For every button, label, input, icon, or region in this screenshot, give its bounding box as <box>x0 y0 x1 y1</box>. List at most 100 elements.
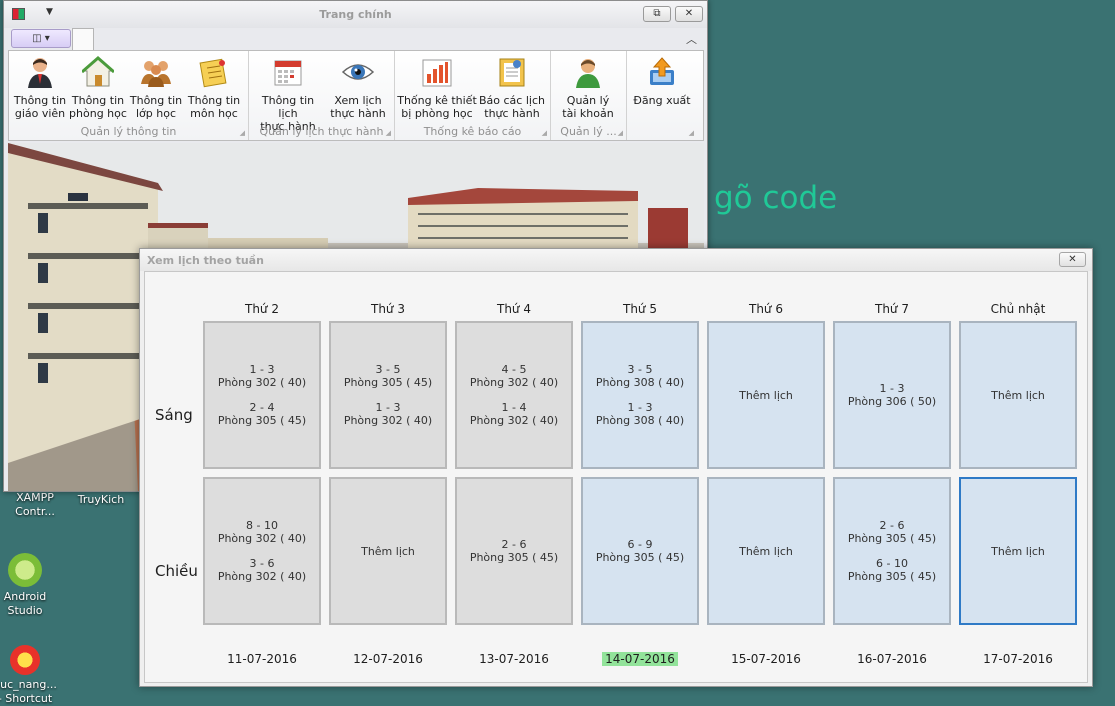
ribbon-button-label: Thông tin giáo viên <box>13 94 67 120</box>
entry-periods: 8 - 10 <box>246 519 278 532</box>
entry-room: Phòng 305 ( 45) <box>847 532 937 545</box>
calendar-icon <box>272 56 304 88</box>
day-date: 12-07-2016 <box>329 652 447 666</box>
day-date: 17-07-2016 <box>959 652 1077 666</box>
entry-periods: 1 - 4 <box>501 401 527 414</box>
add-schedule-label: Thêm lịch <box>739 388 793 402</box>
entry-periods: 1 - 3 <box>375 401 401 414</box>
ribbon-group-schedule: Thông tin lịch thực hành Xem lịch thực h… <box>249 51 395 140</box>
date-text: 12-07-2016 <box>353 652 423 666</box>
entry-periods: 3 - 6 <box>249 557 275 570</box>
ribbon-button-label: Thông tin lớp học <box>129 94 183 120</box>
schedule-cell-afternoon[interactable]: Thêm lịch <box>959 477 1077 625</box>
schedule-entry: 2 - 6 Phòng 305 ( 45) <box>470 538 558 564</box>
entry-periods: 1 - 3 <box>249 363 275 376</box>
schedule-cell-morning[interactable]: 3 - 5 Phòng 305 ( 45) 1 - 3 Phòng 302 ( 40) <box>329 321 447 469</box>
group-launcher-icon[interactable]: ◢ <box>542 129 547 137</box>
schedule-cell-afternoon[interactable]: Thêm lịch <box>329 477 447 625</box>
group-launcher-icon[interactable]: ◢ <box>386 129 391 137</box>
day-header: Thứ 2 <box>245 302 279 316</box>
ribbon-group-logout: Đăng xuất ◢ <box>627 51 697 140</box>
desktop-icon-shortcut[interactable]: huc_nang... - Shortcut <box>0 645 60 706</box>
entry-room: Phòng 305 ( 45) <box>469 551 559 564</box>
schedule-entry: 8 - 10 Phòng 302 ( 40) <box>218 519 306 545</box>
ribbon-button-label: Báo các lịch thực hành <box>479 94 545 120</box>
house-icon <box>81 56 115 88</box>
entry-room: Phòng 305 ( 45) <box>595 551 685 564</box>
group-launcher-icon[interactable]: ◢ <box>618 129 623 137</box>
entry-room: Phòng 305 ( 45) <box>217 414 307 427</box>
tab-home[interactable] <box>72 28 94 51</box>
date-text: 16-07-2016 <box>857 652 927 666</box>
entry-room: Phòng 308 ( 40) <box>595 414 685 427</box>
schedule-entry: 1 - 3 Phòng 302 ( 40) <box>218 363 306 389</box>
schedule-cell-morning[interactable]: 4 - 5 Phòng 302 ( 40) 1 - 4 Phòng 302 ( 40) <box>455 321 573 469</box>
date-text: 11-07-2016 <box>227 652 297 666</box>
desktop-icon-label: Android Studio <box>3 590 47 617</box>
close-icon: ✕ <box>1068 254 1077 265</box>
schedule-entry: 3 - 6 Phòng 302 ( 40) <box>218 557 306 583</box>
schedule-entry: 6 - 10 Phòng 305 ( 45) <box>848 557 936 583</box>
entry-periods: 2 - 6 <box>879 519 905 532</box>
schedule-cell-morning[interactable]: 1 - 3 Phòng 302 ( 40) 2 - 4 Phòng 305 ( 45) <box>203 321 321 469</box>
schedule-entry: 3 - 5 Phòng 308 ( 40) <box>596 363 684 389</box>
bar-chart-icon <box>421 56 453 88</box>
watermark-text: gõ code <box>714 180 838 216</box>
logout-icon <box>646 56 678 88</box>
entry-room: Phòng 306 ( 50) <box>847 395 937 408</box>
ribbon-button-label: Thông tin môn học <box>187 94 241 120</box>
main-titlebar: ▼ Trang chính ⧉ ✕ <box>4 1 707 28</box>
entry-periods: 1 - 3 <box>627 401 653 414</box>
schedule-cell-morning[interactable]: Thêm lịch <box>707 321 825 469</box>
entry-room: Phòng 302 ( 40) <box>469 376 559 389</box>
schedule-cell-morning[interactable]: Thêm lịch <box>959 321 1077 469</box>
entry-periods: 3 - 5 <box>627 363 653 376</box>
entry-periods: 2 - 6 <box>501 538 527 551</box>
row-label-morning: Sáng <box>155 406 193 424</box>
entry-room: Phòng 302 ( 40) <box>343 414 433 427</box>
group-icon <box>140 56 172 88</box>
day-header: Thứ 4 <box>497 302 531 316</box>
date-text: 15-07-2016 <box>731 652 801 666</box>
close-button[interactable]: ✕ <box>675 6 703 22</box>
entry-room: Phòng 305 ( 45) <box>343 376 433 389</box>
schedule-cell-afternoon[interactable]: Thêm lịch <box>707 477 825 625</box>
schedule-cell-afternoon[interactable]: 2 - 6 Phòng 305 ( 45) <box>455 477 573 625</box>
shortcut-app-icon <box>10 645 40 675</box>
entry-periods: 4 - 5 <box>501 363 527 376</box>
group-launcher-icon[interactable]: ◢ <box>689 129 694 137</box>
clipboard-icon <box>496 56 528 88</box>
ribbon-button-label: Đăng xuất <box>633 94 691 107</box>
entry-room: Phòng 308 ( 40) <box>595 376 685 389</box>
collapse-ribbon-icon[interactable]: ︿ <box>686 31 697 47</box>
schedule-cell-afternoon[interactable]: 8 - 10 Phòng 302 ( 40) 3 - 6 Phòng 302 ( 40… <box>203 477 321 625</box>
schedule-entry: 4 - 5 Phòng 302 ( 40) <box>470 363 558 389</box>
desktop-icon-android-studio[interactable]: Android Studio <box>0 553 60 618</box>
schedule-cell-afternoon[interactable]: 2 - 6 Phòng 305 ( 45) 6 - 10 Phòng 305 ( 45… <box>833 477 951 625</box>
menu-icon: ◫ ▾ <box>32 33 50 44</box>
day-date: 11-07-2016 <box>203 652 321 666</box>
schedule-cell-morning[interactable]: 3 - 5 Phòng 308 ( 40) 1 - 3 Phòng 308 ( 40) <box>581 321 699 469</box>
day-header: Thứ 7 <box>875 302 909 316</box>
schedule-entry: 1 - 4 Phòng 302 ( 40) <box>470 401 558 427</box>
ribbon-button-label: Thống kê thiết bị phòng học <box>397 94 477 120</box>
entry-periods: 2 - 4 <box>249 401 275 414</box>
entry-room: Phòng 302 ( 40) <box>217 376 307 389</box>
schedule-cell-afternoon[interactable]: 6 - 9 Phòng 305 ( 45) <box>581 477 699 625</box>
date-text: 17-07-2016 <box>983 652 1053 666</box>
schedule-cell-morning[interactable]: 1 - 3 Phòng 306 ( 50) <box>833 321 951 469</box>
application-menu-button[interactable]: ◫ ▾ <box>11 29 71 48</box>
dialog-title: Xem lịch theo tuần <box>147 254 264 267</box>
restore-button[interactable]: ⧉ <box>643 6 671 22</box>
close-icon: ✕ <box>684 8 694 19</box>
ribbon-group-report: Thống kê thiết bị phòng học Báo các lịch… <box>395 51 551 140</box>
add-schedule-label: Thêm lịch <box>991 388 1045 402</box>
ribbon-group-caption: Quản lý lịch thực hành <box>259 125 384 138</box>
add-schedule-label: Thêm lịch <box>361 544 415 558</box>
group-launcher-icon[interactable]: ◢ <box>240 129 245 137</box>
dialog-close-button[interactable]: ✕ <box>1059 252 1086 267</box>
day-header: Chủ nhật <box>990 302 1046 316</box>
entry-periods: 6 - 9 <box>627 538 653 551</box>
ribbon-group-caption: Quản lý thông tin <box>80 125 177 138</box>
logout-button[interactable]: Đăng xuất <box>629 54 695 140</box>
